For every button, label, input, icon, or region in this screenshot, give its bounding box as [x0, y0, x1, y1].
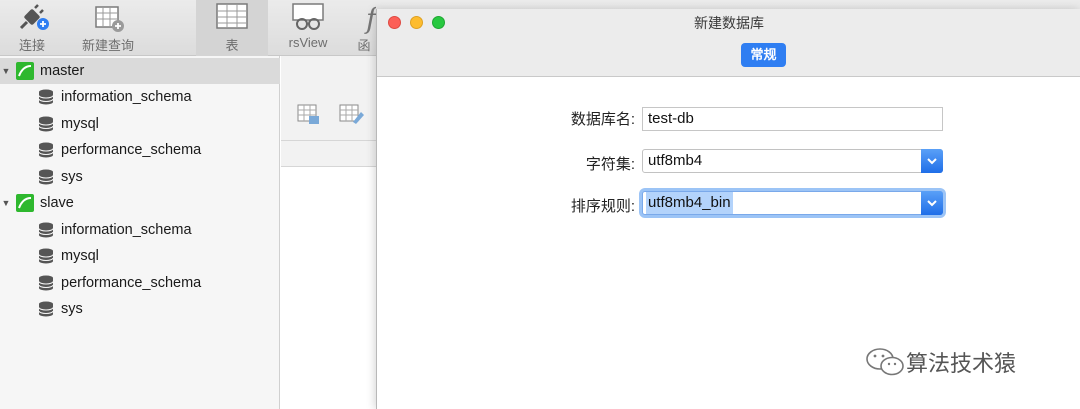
- connection-tree: ▼ master information_schema mysql perfor…: [0, 56, 280, 409]
- view-label: rsView: [288, 35, 328, 50]
- database-item[interactable]: mysql: [0, 243, 280, 269]
- chevron-down-icon[interactable]: [921, 149, 943, 173]
- connection-label: master: [40, 63, 85, 79]
- connection-label: slave: [40, 195, 74, 211]
- dialog-tab-bar: 常规: [377, 37, 1080, 77]
- dialog-title: 新建数据库: [694, 15, 764, 31]
- view-button[interactable]: rsView: [272, 0, 344, 56]
- database-item[interactable]: performance_schema: [0, 137, 280, 163]
- database-label: performance_schema: [61, 142, 202, 158]
- connection-master[interactable]: ▼ master: [0, 58, 280, 84]
- navicat-window: 连接 新建查询 表 rsView f 函 ▼ master informatio…: [0, 0, 1080, 409]
- database-icon: [38, 89, 54, 105]
- dialog-titlebar: 新建数据库: [377, 9, 1080, 37]
- database-label: sys: [61, 301, 83, 317]
- new-query-label: 新建查询: [81, 38, 134, 53]
- watermark-text: 算法技术猿: [906, 351, 1017, 376]
- database-item[interactable]: information_schema: [0, 84, 280, 110]
- database-icon: [38, 116, 54, 132]
- db-name-label: 数据库名:: [570, 111, 635, 128]
- tab-general[interactable]: 常规: [741, 43, 786, 67]
- database-label: mysql: [61, 248, 99, 264]
- connect-label: 连接: [18, 38, 45, 53]
- mysql-connection-icon: [16, 194, 34, 212]
- collation-label: 排序规则:: [570, 198, 635, 215]
- database-icon: [38, 222, 54, 238]
- database-icon: [38, 248, 54, 264]
- connect-button[interactable]: 连接: [4, 0, 60, 56]
- database-label: mysql: [61, 116, 99, 132]
- function-button[interactable]: f 函: [352, 0, 376, 56]
- wechat-icon: [866, 348, 904, 376]
- charset-value: utf8mb4: [648, 152, 703, 169]
- table-label: 表: [225, 38, 239, 53]
- mysql-connection-icon: [16, 62, 34, 80]
- database-label: information_schema: [61, 89, 192, 105]
- view-icon: [292, 3, 324, 30]
- design-table-icon[interactable]: [339, 104, 365, 126]
- table-button[interactable]: 表: [196, 0, 268, 56]
- new-query-icon: [95, 6, 124, 32]
- disclosure-triangle-icon[interactable]: ▼: [0, 198, 12, 208]
- collation-value: utf8mb4_bin: [646, 192, 733, 214]
- plug-icon: [19, 4, 49, 30]
- object-toolbar: [281, 56, 381, 141]
- zoom-window-button[interactable]: [432, 16, 445, 29]
- disclosure-triangle-icon[interactable]: ▼: [0, 66, 12, 76]
- connection-slave[interactable]: ▼ slave: [0, 190, 280, 216]
- database-item[interactable]: performance_schema: [0, 270, 280, 296]
- database-label: performance_schema: [61, 275, 202, 291]
- charset-select[interactable]: utf8mb4: [642, 149, 943, 173]
- database-item[interactable]: sys: [0, 296, 280, 322]
- table-icon: [216, 3, 248, 29]
- database-item[interactable]: information_schema: [0, 217, 280, 243]
- watermark: 算法技术猿: [864, 344, 1016, 380]
- database-item[interactable]: mysql: [0, 111, 280, 137]
- minimize-window-button[interactable]: [410, 16, 423, 29]
- object-subbar: [281, 141, 381, 167]
- collation-select[interactable]: utf8mb4_bin: [642, 191, 943, 215]
- svg-text:f: f: [364, 2, 376, 34]
- function-label: 函: [357, 38, 371, 53]
- charset-label: 字符集:: [585, 156, 635, 173]
- database-label: sys: [61, 169, 83, 185]
- database-label: information_schema: [61, 222, 192, 238]
- function-icon: f: [364, 2, 376, 34]
- db-name-input[interactable]: test-db: [642, 107, 943, 131]
- database-icon: [38, 169, 54, 185]
- close-window-button[interactable]: [388, 16, 401, 29]
- chevron-down-icon[interactable]: [921, 191, 943, 215]
- database-item[interactable]: sys: [0, 164, 280, 190]
- database-icon: [38, 275, 54, 291]
- new-query-button[interactable]: 新建查询: [76, 0, 140, 56]
- open-table-icon[interactable]: [297, 104, 321, 126]
- database-icon: [38, 142, 54, 158]
- database-icon: [38, 301, 54, 317]
